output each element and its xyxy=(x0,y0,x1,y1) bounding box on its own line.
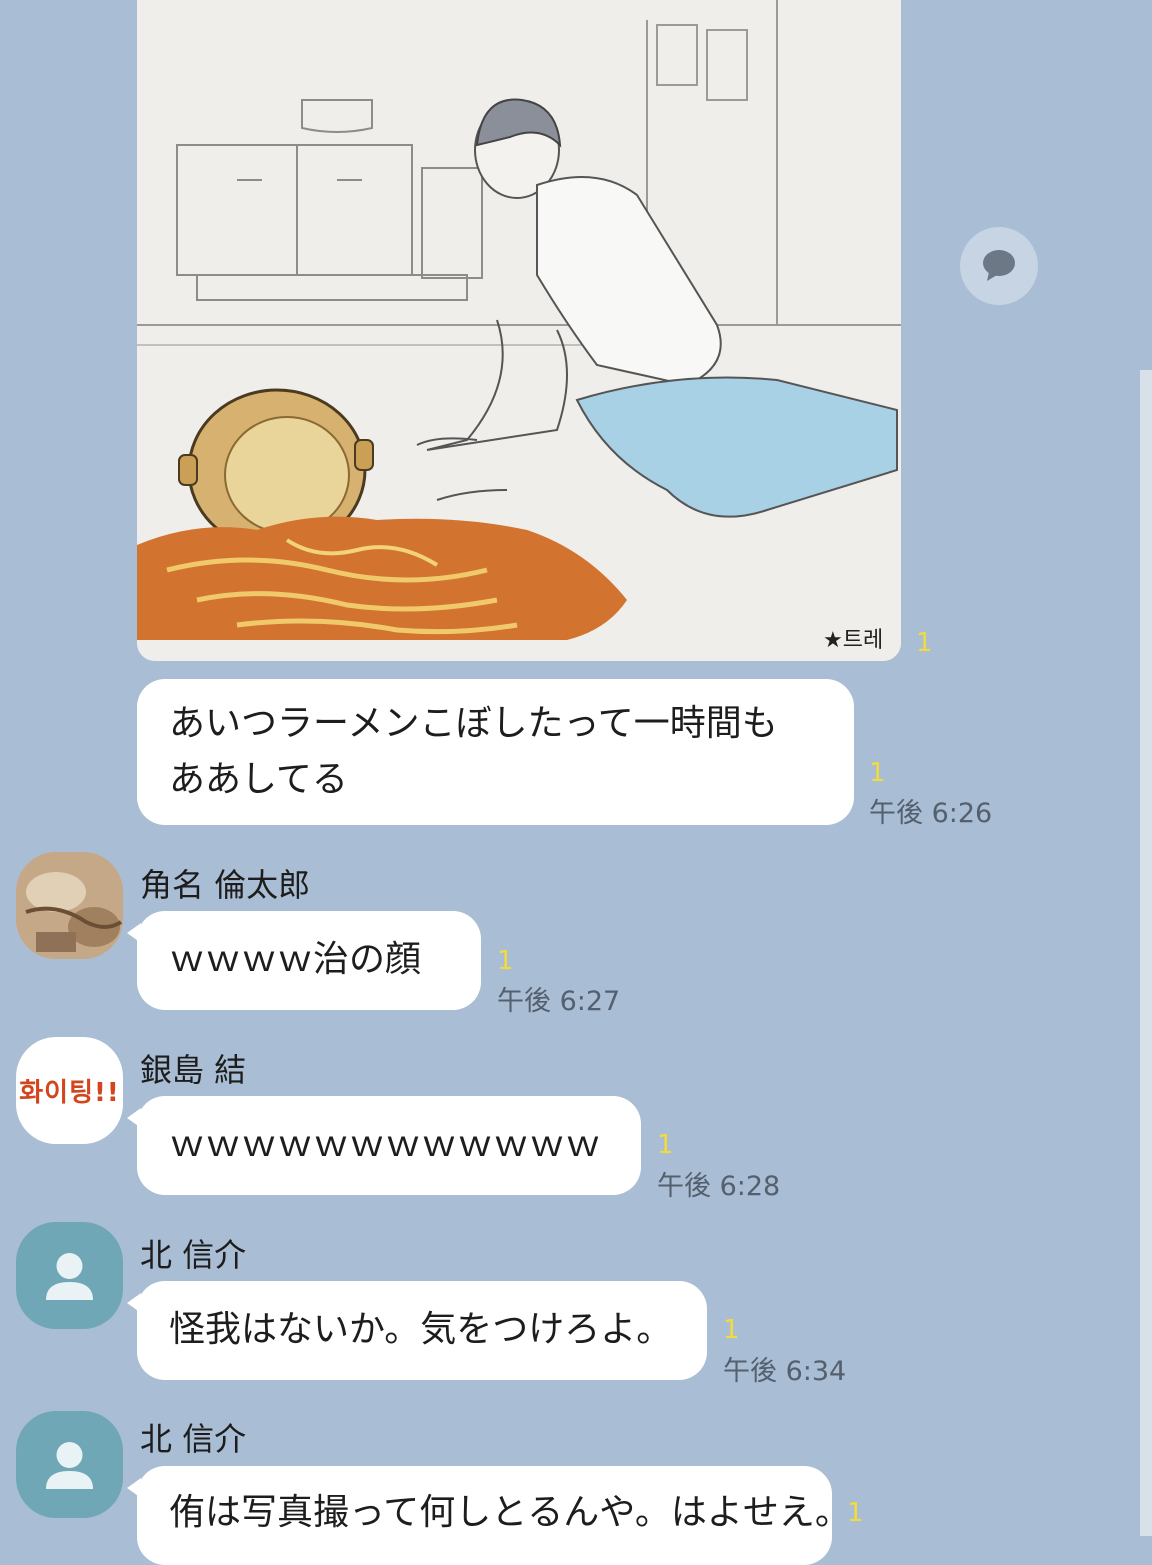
message-bubble[interactable]: ｗｗｗｗ治の顔 xyxy=(127,911,481,1010)
read-count: 1 xyxy=(916,628,933,658)
message-line: あいつラーメンこぼしたって一時間も xyxy=(169,703,778,744)
read-count: 1 xyxy=(723,1315,740,1345)
sender-name: 銀島 結 xyxy=(140,1051,247,1089)
avatar[interactable] xyxy=(16,1222,123,1329)
message-time: 午後 6:27 xyxy=(497,986,621,1017)
message-line: 怪我はないか。気をつけろよ。 xyxy=(169,1309,673,1350)
message-bubble[interactable]: ｗｗｗｗｗｗｗｗｗｗｗｗ xyxy=(127,1096,641,1195)
message-bubble[interactable]: あいつラーメンこぼしたって一時間も ああしてる xyxy=(137,679,854,825)
sender-name: 角名 倫太郎 xyxy=(140,866,311,904)
default-person-icon xyxy=(46,1253,93,1300)
message-line: 侑は写真撮って何しとるんや。はよせえ。 xyxy=(169,1492,851,1533)
sender-name: 北 信介 xyxy=(140,1420,247,1458)
read-count: 1 xyxy=(497,946,514,976)
read-count: 1 xyxy=(869,758,886,788)
avatar-text: 화이팅!! xyxy=(19,1078,120,1108)
avatar[interactable] xyxy=(16,852,123,959)
avatar[interactable]: 화이팅!! xyxy=(16,1037,123,1144)
message-line: ああしてる xyxy=(169,759,348,800)
message-line: ｗｗｗｗ治の顔 xyxy=(169,939,422,980)
illustration-ramen-spill xyxy=(137,0,901,661)
message-time: 午後 6:28 xyxy=(657,1171,781,1202)
artist-signature: ★트레 xyxy=(823,628,884,653)
message-bubble[interactable]: 侑は写真撮って何しとるんや。はよせえ。 xyxy=(127,1466,851,1565)
default-person-icon xyxy=(46,1442,93,1489)
chat-float-button[interactable] xyxy=(960,227,1038,305)
read-count: 1 xyxy=(657,1130,674,1160)
message-line: ｗｗｗｗｗｗｗｗｗｗｗｗ xyxy=(169,1124,602,1165)
speech-bubble-icon xyxy=(983,250,1015,281)
sender-name: 北 信介 xyxy=(140,1236,247,1274)
scrollbar[interactable] xyxy=(1140,370,1152,1536)
avatar[interactable] xyxy=(16,1411,123,1518)
shared-photo[interactable] xyxy=(137,0,901,661)
message-bubble[interactable]: 怪我はないか。気をつけろよ。 xyxy=(127,1281,707,1380)
message-time: 午後 6:26 xyxy=(869,798,993,829)
avatar-image xyxy=(16,852,123,959)
read-count: 1 xyxy=(847,1498,864,1528)
message-time: 午後 6:34 xyxy=(723,1356,847,1387)
